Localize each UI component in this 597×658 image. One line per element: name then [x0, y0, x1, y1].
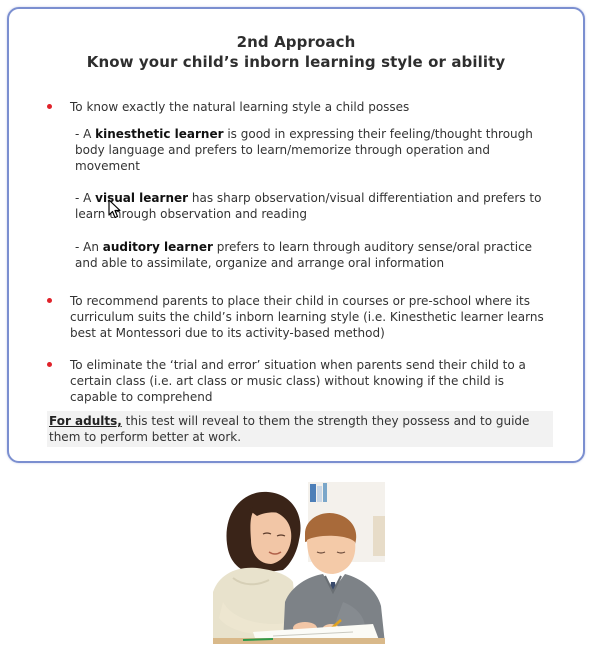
bullet-dot-icon	[47, 104, 52, 109]
bullet-dot-icon	[47, 362, 52, 367]
sub-item-visual: - A visual learner has sharp observation…	[75, 190, 545, 222]
adults-note: For adults, this test will reveal to the…	[47, 411, 553, 447]
sub-item-kinesthetic: - A kinesthetic learner is good in expre…	[75, 126, 545, 174]
mouse-pointer-icon	[108, 199, 121, 219]
sub-item-prefix: - A	[75, 127, 96, 141]
sub-item-prefix: - A	[75, 191, 96, 205]
sub-item-auditory: - An auditory learner prefers to learn t…	[75, 239, 545, 271]
bullet-dot-icon	[47, 298, 52, 303]
slide-subheading: Know your child’s inborn learning style …	[86, 53, 506, 71]
bullet-text: To recommend parents to place their chil…	[70, 294, 544, 340]
adults-label: For adults,	[49, 414, 122, 428]
bullet-text: To eliminate the ‘trial and error’ situa…	[70, 358, 526, 404]
mother-and-child-photo	[213, 482, 385, 644]
slide-panel: 2nd Approach Know your child’s inborn le…	[7, 7, 585, 463]
adults-text: this test will reveal to them the streng…	[49, 414, 530, 444]
sub-item-term: kinesthetic learner	[95, 127, 224, 141]
sub-item-term: auditory learner	[102, 240, 213, 254]
study-illustration	[213, 482, 385, 644]
sub-item-prefix: - An	[75, 240, 103, 254]
slide-heading: 2nd Approach	[236, 33, 356, 51]
bullet-text: To know exactly the natural learning sty…	[70, 100, 410, 114]
